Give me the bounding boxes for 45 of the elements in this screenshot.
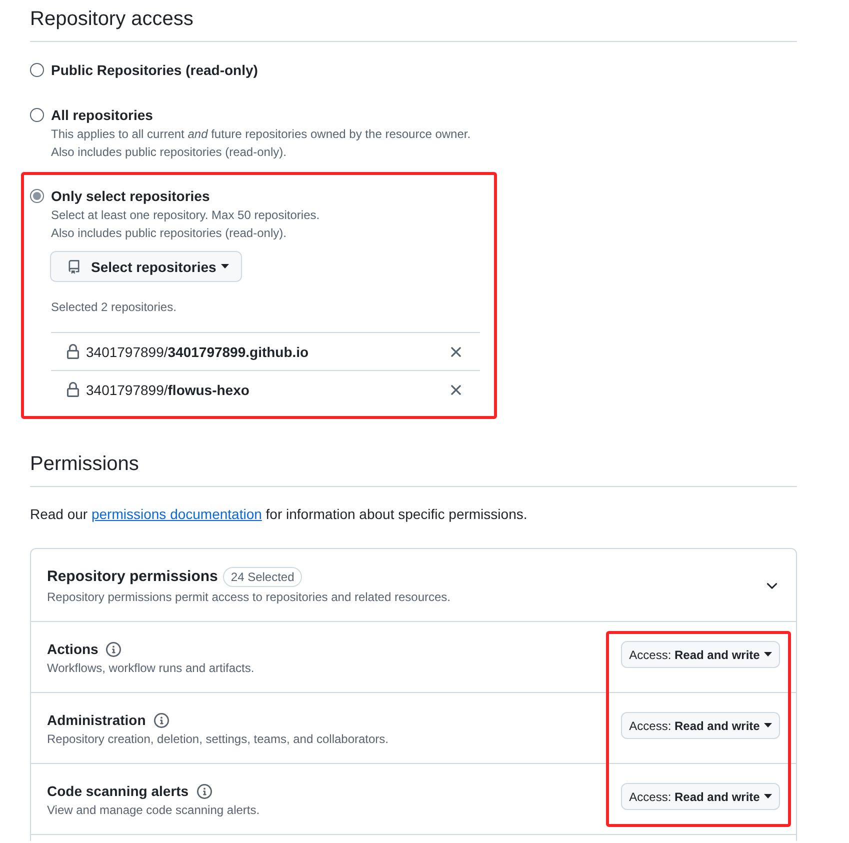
option-description: This applies to all current and future repositories owned by the resource owner. (51, 126, 472, 143)
option-description: Select at least one repository. Max 50 repositories. (51, 207, 321, 224)
book-icon (67, 260, 81, 274)
caret-icon (221, 264, 230, 269)
section-heading: Permissions (30, 445, 797, 487)
caret-icon (764, 652, 772, 657)
close-icon (451, 346, 461, 356)
card-description: Repository permissions permit access to repositories and related resources. (47, 589, 452, 606)
card-title: Repository permissions (47, 567, 218, 587)
option-label: Public Repositories (read-only) (51, 61, 259, 80)
radio-button[interactable] (30, 63, 44, 77)
lock-icon (67, 382, 79, 397)
repository-name: 3401797899/3401797899.github.io (86, 342, 310, 362)
option-description: Also includes public repositories (read-only). (51, 144, 288, 161)
close-icon (451, 384, 461, 394)
radio-button[interactable] (30, 108, 44, 122)
option-label: Only select repositories (51, 187, 211, 206)
documentation-link[interactable]: permissions documentation (91, 506, 262, 522)
selected-count-text: Selected 2 repositories. (51, 299, 178, 316)
permission-description: Workflows, workflow runs and artifacts. (47, 660, 256, 677)
remove-button[interactable] (451, 346, 461, 356)
access-dropdown-button[interactable]: Access: Read and write (621, 641, 780, 668)
permission-description: Repository creation, deletion, settings, teams, and collaborators. (47, 731, 390, 748)
lock-icon (67, 344, 79, 359)
option-label: All repositories (51, 106, 154, 125)
caret-icon (764, 723, 772, 728)
repository-name: 3401797899/flowus-hexo (86, 380, 250, 400)
access-dropdown-button[interactable]: Access: Read and write (621, 712, 780, 739)
chevron-down-icon[interactable] (767, 583, 777, 589)
info-icon (106, 642, 122, 656)
caret-icon (764, 794, 772, 799)
permission-title: Code scanning alerts (47, 782, 189, 801)
remove-button[interactable] (451, 384, 461, 394)
permission-description: View and manage code scanning alerts. (47, 802, 261, 819)
radio-button[interactable] (30, 189, 44, 203)
info-icon (196, 784, 212, 798)
select-repositories-button[interactable]: Select repositories (50, 251, 242, 282)
option-description: Also includes public repositories (read-only). (51, 225, 288, 242)
count-badge: 24 Selected (222, 567, 302, 587)
permission-title: Actions (47, 640, 98, 659)
access-dropdown-button[interactable]: Access: Read and write (621, 783, 780, 810)
info-icon (154, 712, 169, 728)
section-heading: Repository access (30, 0, 797, 42)
info-paragraph: Read our permissions documentation for information about specific permissions. (30, 505, 528, 524)
permission-title: Administration (47, 711, 146, 730)
